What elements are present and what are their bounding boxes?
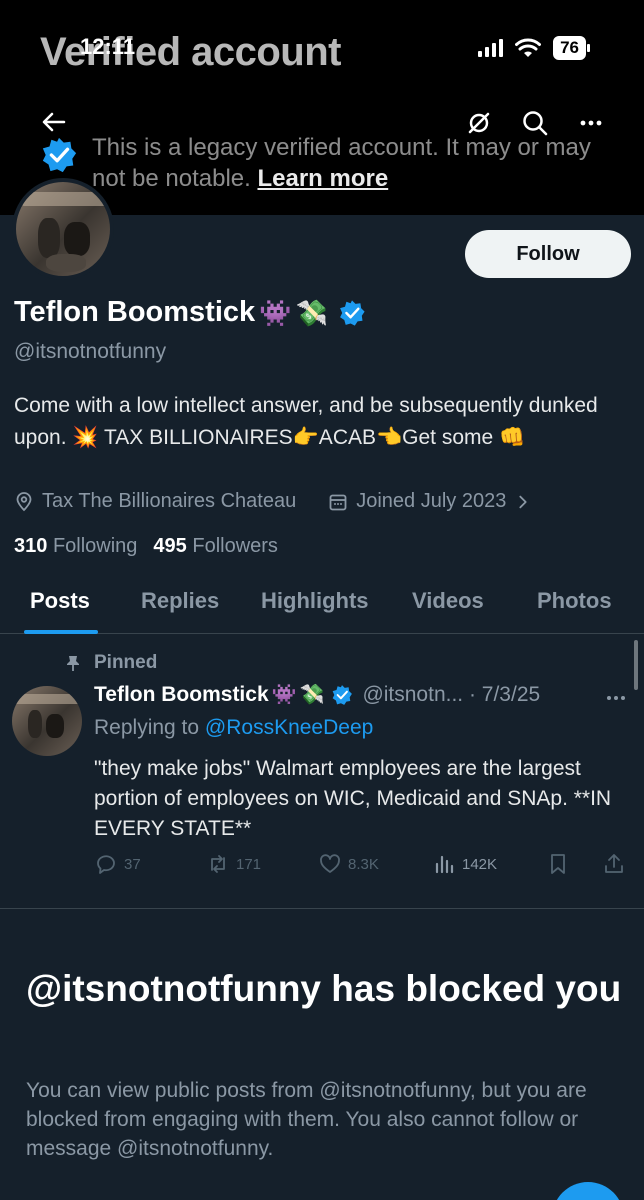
profile-meta: Tax The Billionaires Chateau Joined July…: [14, 490, 532, 513]
following-link[interactable]: 310 Following: [14, 535, 137, 558]
share-button[interactable]: [602, 852, 626, 876]
name-emoji-2: 💸: [295, 297, 328, 328]
cellular-signal-icon: [478, 39, 504, 57]
section-divider: [0, 908, 644, 909]
profile-name-row: Teflon Boomstick 👾 💸: [14, 296, 366, 329]
pin-icon: [67, 656, 79, 671]
repost-button[interactable]: 171: [206, 852, 261, 876]
post-author-name[interactable]: Teflon Boomstick: [94, 683, 269, 707]
views-button[interactable]: 142K: [432, 852, 497, 876]
reply-button[interactable]: 37: [94, 852, 141, 876]
status-icons: 76: [478, 36, 590, 60]
repost-icon: [211, 855, 225, 873]
verified-badge-icon: [333, 685, 353, 705]
tab-replies[interactable]: Replies: [141, 588, 219, 614]
replying-to: Replying to @RossKneeDeep: [94, 716, 374, 739]
profile-header: Verified account 12:11 76 This is a lega…: [0, 0, 644, 215]
chevron-right-icon[interactable]: [514, 493, 532, 511]
post-actions: 37 171 8.3K 142K: [94, 852, 634, 882]
bookmark-button[interactable]: [546, 852, 570, 876]
tab-highlights[interactable]: Highlights: [261, 588, 369, 614]
status-time: 12:11: [80, 34, 136, 59]
profile-location: Tax The Billionaires Chateau: [42, 490, 297, 512]
legacy-verified-notice: This is a legacy verified account. It ma…: [40, 132, 620, 194]
tab-videos[interactable]: Videos: [412, 588, 484, 614]
blocked-title: @itsnotnotfunny has blocked you: [26, 968, 622, 1009]
calendar-icon: [329, 494, 347, 510]
post-text: "they make jobs" Walmart employees are t…: [94, 757, 612, 840]
heart-icon: [320, 854, 340, 873]
like-button[interactable]: 8.3K: [318, 852, 379, 876]
compose-post-button[interactable]: [552, 1182, 624, 1200]
profile-avatar[interactable]: [12, 178, 114, 280]
tab-photos[interactable]: Photos: [537, 588, 612, 614]
repost-count: 171: [236, 855, 262, 873]
post-header: Teflon Boomstick 👾 💸 @itsnotn... · 7/3/2…: [94, 683, 634, 707]
reply-icon: [97, 855, 115, 874]
share-icon: [605, 854, 623, 873]
wifi-icon: [515, 38, 542, 57]
post-more-icon[interactable]: [602, 684, 630, 712]
profile-handle: @itsnotnotfunny: [14, 340, 167, 363]
follow-button[interactable]: Follow: [465, 230, 631, 278]
verified-badge-icon: [42, 137, 77, 173]
learn-more-link[interactable]: Learn more: [257, 165, 388, 192]
reply-count: 37: [124, 855, 141, 873]
post-author-avatar[interactable]: [12, 686, 82, 756]
battery-icon: 76: [553, 36, 590, 60]
replying-to-handle[interactable]: @RossKneeDeep: [205, 716, 373, 739]
pinned-indicator: Pinned: [64, 652, 157, 674]
profile-joined-date: Joined July 2023: [356, 490, 507, 512]
profile-tabs: Posts Replies Highlights Videos Photos: [0, 578, 644, 634]
profile-bio: Come with a low intellect answer, and be…: [14, 394, 598, 449]
like-count: 8.3K: [348, 855, 379, 873]
pinned-label: Pinned: [94, 652, 158, 673]
followers-link[interactable]: 495 Followers: [153, 535, 278, 558]
name-emoji-1: 👾: [259, 297, 292, 328]
display-name: Teflon Boomstick: [14, 296, 256, 328]
scrollbar[interactable]: [634, 640, 638, 690]
views-icon: [435, 855, 454, 874]
tab-posts[interactable]: Posts: [30, 588, 90, 614]
verified-badge-icon[interactable]: [338, 299, 366, 327]
bookmark-icon: [551, 854, 565, 874]
location-icon: [16, 491, 32, 511]
blocked-description: You can view public posts from @itsnotno…: [26, 1079, 587, 1160]
name-emoji-2: 💸: [299, 684, 325, 706]
name-emoji-1: 👾: [271, 684, 297, 706]
active-tab-indicator: [24, 630, 98, 634]
post-handle-date: @itsnotn... · 7/3/25: [362, 683, 541, 706]
follow-counts: 310 Following 495 Followers: [14, 535, 278, 558]
views-count: 142K: [462, 855, 498, 873]
